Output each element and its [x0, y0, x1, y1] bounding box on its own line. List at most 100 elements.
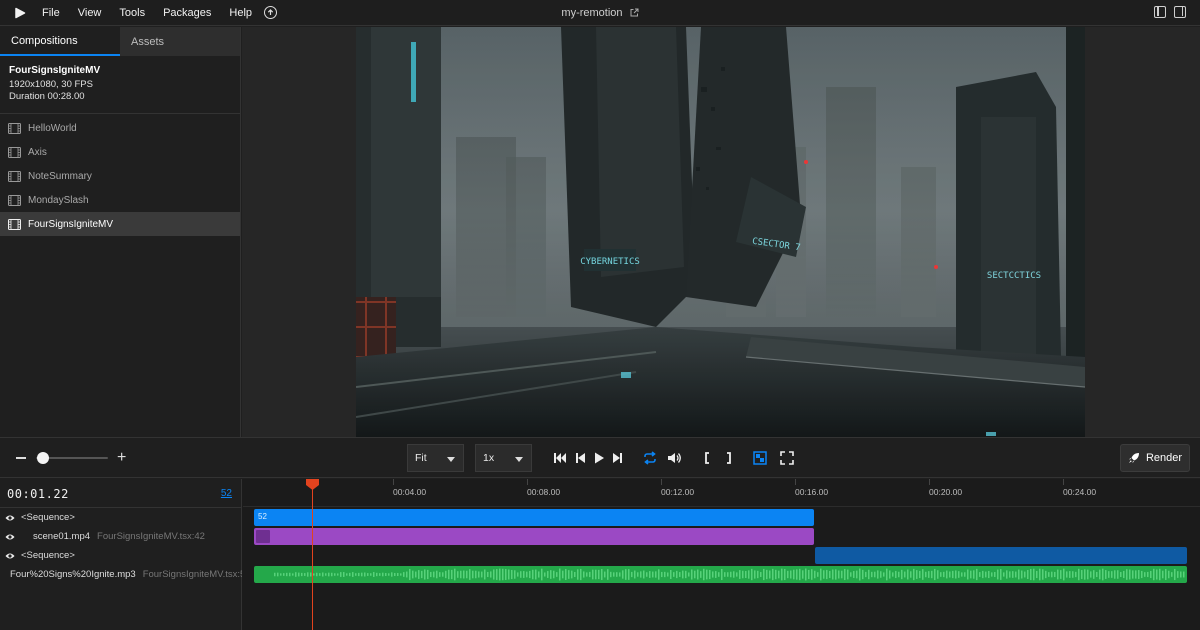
track-row-video[interactable]: scene01.mp4 FourSignsIgniteMV.tsx:42: [0, 527, 242, 546]
video-preview[interactable]: CYBERNETICS CSECTOR 7 SECTCCTICS: [356, 27, 1085, 437]
waveform-bar: [919, 570, 921, 579]
track-row-sequence-1[interactable]: <Sequence>: [0, 508, 242, 527]
waveform-bar: [763, 568, 765, 581]
composition-item-helloworld[interactable]: HelloWorld: [0, 116, 240, 140]
waveform-bar: [523, 571, 525, 578]
menu-view[interactable]: View: [78, 7, 102, 19]
waveform-bar: [553, 570, 555, 579]
checkerboard-icon[interactable]: [752, 450, 768, 466]
eye-icon[interactable]: [5, 551, 15, 561]
menu-packages[interactable]: Packages: [163, 7, 211, 19]
tab-assets[interactable]: Assets: [120, 27, 240, 56]
timeline-canvas[interactable]: 00:04.00 00:08.00 00:12.00 00:16.00 00:2…: [243, 479, 1200, 630]
track-row-sequence-2[interactable]: <Sequence>: [0, 546, 242, 565]
fullscreen-icon[interactable]: [779, 450, 795, 466]
waveform-bar: [1141, 570, 1143, 579]
waveform-bar: [934, 568, 936, 581]
waveform-bar: [757, 570, 759, 579]
rocket-icon: [1128, 453, 1139, 463]
waveform-bar: [994, 571, 996, 578]
film-icon: [8, 122, 21, 134]
waveform-bar: [931, 570, 933, 579]
waveform-bar: [1036, 570, 1038, 579]
toggle-left-panel-icon[interactable]: [1154, 6, 1166, 18]
waveform-bar: [916, 570, 918, 579]
step-forward-icon[interactable]: [610, 450, 626, 466]
clip-label: 52: [258, 512, 267, 521]
waveform-bar: [541, 568, 543, 581]
waveform-bar: [790, 570, 792, 579]
tab-compositions[interactable]: Compositions: [0, 27, 120, 56]
volume-icon[interactable]: [666, 450, 682, 466]
composition-item-notesummary[interactable]: NoteSummary: [0, 164, 240, 188]
waveform-bar: [937, 570, 939, 579]
waveform-bar: [817, 572, 819, 577]
out-point-icon[interactable]: [720, 450, 736, 466]
playback-rate-select[interactable]: 1x: [475, 444, 532, 472]
waveform-bar: [1153, 568, 1155, 581]
render-button-label: Render: [1145, 452, 1183, 464]
waveform-bar: [340, 572, 342, 577]
upgrade-icon[interactable]: [264, 6, 278, 19]
frame-number[interactable]: 52: [221, 488, 232, 499]
waveform-bar: [880, 571, 882, 578]
composition-item-mondayslash[interactable]: MondaySlash: [0, 188, 240, 212]
sequence-clip[interactable]: 52: [254, 509, 814, 526]
playhead-line[interactable]: [312, 479, 313, 630]
composition-resolution: 1920x1080, 30 FPS: [9, 79, 93, 90]
waveform-bar: [280, 573, 282, 576]
play-icon[interactable]: [591, 450, 607, 466]
zoom-in-button[interactable]: +: [117, 450, 126, 466]
waveform-bar: [745, 570, 747, 579]
waveform-bar: [970, 570, 972, 579]
in-point-icon[interactable]: [700, 450, 716, 466]
menu-help[interactable]: Help: [229, 7, 252, 19]
menu-file[interactable]: File: [42, 7, 60, 19]
zoom-slider-thumb[interactable]: [37, 452, 50, 464]
zoom-out-button[interactable]: [16, 457, 26, 459]
waveform-bar: [286, 572, 288, 577]
waveform-bar: [433, 571, 435, 578]
waveform-bar: [601, 569, 603, 580]
waveform-bar: [634, 570, 636, 579]
waveform-bar: [343, 572, 345, 577]
zoom-select[interactable]: Fit: [407, 444, 464, 472]
waveform-bar: [1024, 571, 1026, 578]
waveform-bar: [958, 571, 960, 578]
eye-icon[interactable]: [5, 513, 15, 523]
audio-clip[interactable]: [254, 566, 1187, 583]
waveform-bar: [811, 569, 813, 580]
project-title-text[interactable]: my-remotion: [561, 7, 622, 19]
time-ruler[interactable]: 00:04.00 00:08.00 00:12.00 00:16.00 00:2…: [243, 479, 1200, 507]
composition-item-foursignsignitemv[interactable]: FourSignsIgniteMV: [0, 212, 240, 236]
waveform-bar: [715, 571, 717, 578]
ruler-tick: [393, 479, 394, 485]
remotion-logo-icon[interactable]: [10, 3, 30, 23]
composition-item-axis[interactable]: Axis: [0, 140, 240, 164]
waveform-bar: [613, 572, 615, 577]
waveform-bar: [964, 572, 966, 577]
timeline: 00:01.22 52 <Sequence> scene01.mp4 FourS…: [0, 479, 1200, 630]
waveform-bar: [928, 571, 930, 578]
track-row-audio[interactable]: Four%20Signs%20Ignite.mp3 FourSignsIgnit…: [0, 565, 242, 584]
video-clip[interactable]: [254, 528, 814, 545]
composition-info: FourSignsIgniteMV 1920x1080, 30 FPS Dura…: [0, 56, 240, 114]
waveform-bar: [313, 573, 315, 576]
loop-icon[interactable]: [642, 450, 658, 466]
jump-to-start-icon[interactable]: [552, 450, 568, 466]
waveform-bar: [463, 570, 465, 579]
sequence-clip-2[interactable]: [815, 547, 1187, 564]
ruler-tick: [929, 479, 930, 485]
eye-icon[interactable]: [5, 532, 15, 542]
toggle-right-panel-icon[interactable]: [1174, 6, 1186, 18]
waveform-bar: [1165, 569, 1167, 580]
playhead-handle[interactable]: [306, 479, 319, 490]
step-back-icon[interactable]: [572, 450, 588, 466]
render-button[interactable]: Render: [1120, 444, 1190, 472]
waveform-bar: [733, 571, 735, 578]
waveform-bar: [589, 571, 591, 578]
menu-tools[interactable]: Tools: [119, 7, 145, 19]
waveform-bar: [385, 573, 387, 576]
waveform-bar: [595, 569, 597, 580]
ruler-tick: [795, 479, 796, 485]
